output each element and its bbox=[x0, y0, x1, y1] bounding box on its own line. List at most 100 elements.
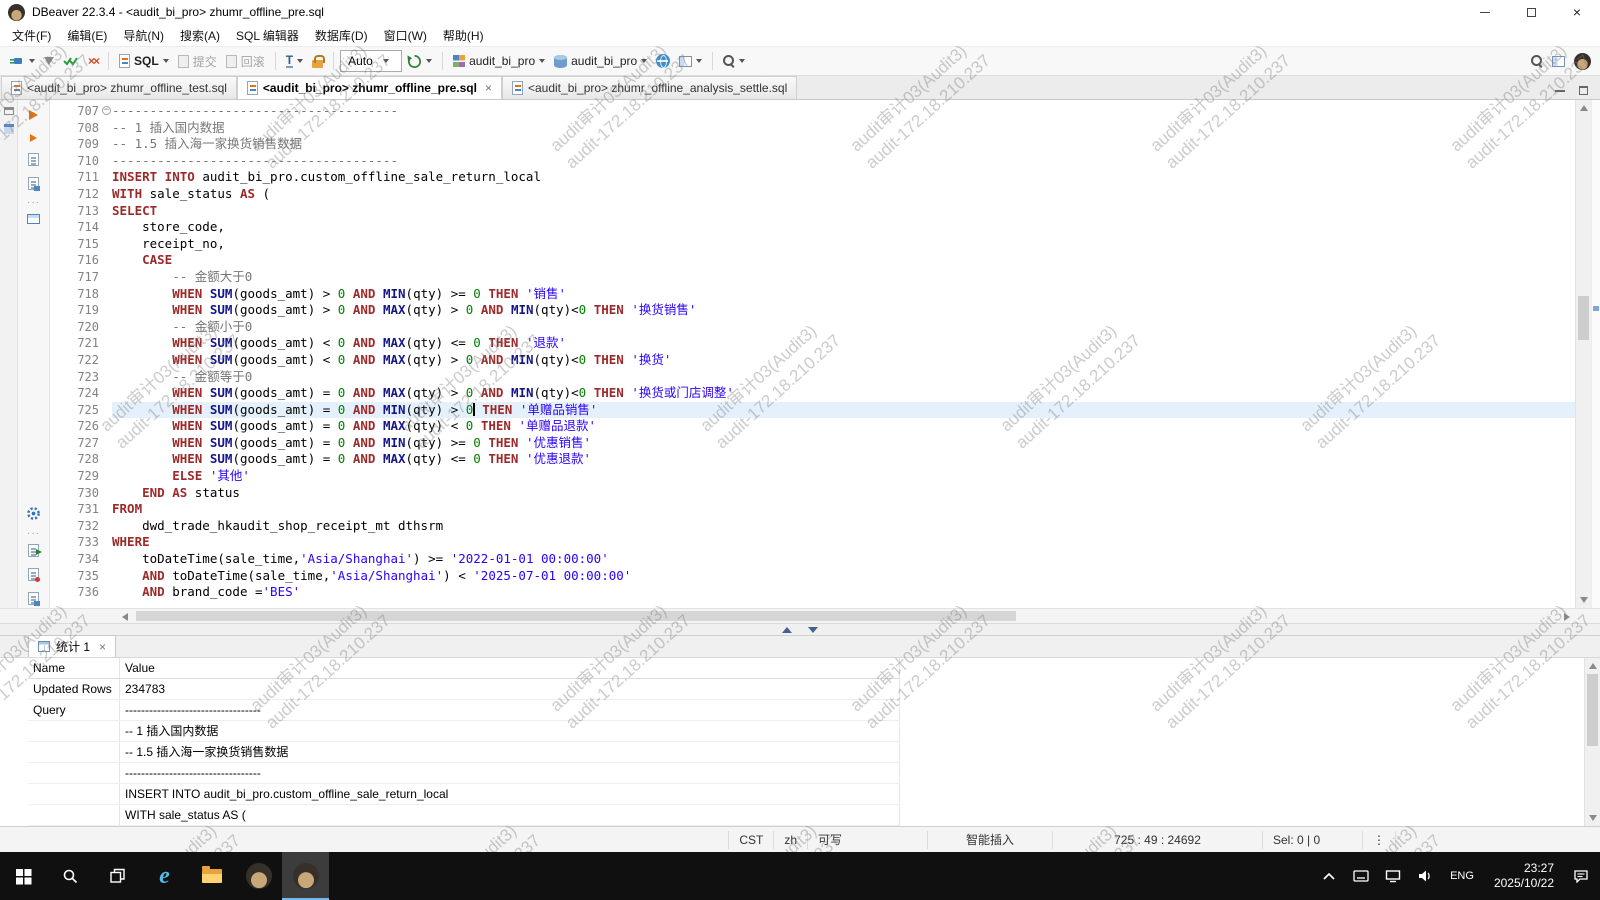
code-line[interactable]: WHEN SUM(goods_amt) = 0 AND MAX(qty) < 0… bbox=[112, 418, 1575, 435]
code-line[interactable]: WHEN SUM(goods_amt) = 0 AND MIN(qty) > 0… bbox=[112, 402, 1575, 419]
status-caret-position[interactable]: 725 : 49 : 24692 bbox=[1052, 831, 1262, 849]
menu-help[interactable]: 帮助(H) bbox=[435, 25, 492, 46]
code-line[interactable]: WHEN SUM(goods_amt) > 0 AND MAX(qty) > 0… bbox=[112, 302, 1575, 319]
scroll-down-arrow[interactable] bbox=[1580, 597, 1588, 603]
menu-file[interactable]: 文件(F) bbox=[4, 25, 59, 46]
vertical-scrollbar[interactable] bbox=[1575, 100, 1591, 608]
query-plan-button[interactable] bbox=[28, 177, 39, 193]
code-line[interactable]: -------------------------------------- bbox=[112, 103, 1575, 120]
outline-view-icon[interactable] bbox=[4, 124, 14, 134]
fold-marker[interactable]: − bbox=[102, 106, 111, 115]
code-line[interactable]: -------------------------------------- bbox=[112, 153, 1575, 170]
stats-row[interactable]: -- 1 插入国内数据 bbox=[28, 721, 900, 742]
title-bar[interactable]: DBeaver 22.3.4 - <audit_bi_pro> zhumr_of… bbox=[0, 0, 1600, 24]
file-explorer-button[interactable] bbox=[188, 852, 235, 900]
stats-row[interactable]: Updated Rows234783 bbox=[28, 679, 900, 700]
sql-editor-menu-button[interactable]: SQL bbox=[115, 49, 173, 73]
horizontal-scrollbar[interactable] bbox=[0, 608, 1600, 623]
scroll-right-arrow[interactable] bbox=[1564, 613, 1570, 621]
commit-button[interactable]: 提交 bbox=[174, 49, 221, 73]
code-line[interactable]: SELECT bbox=[112, 203, 1575, 220]
taskbar-search-button[interactable] bbox=[47, 852, 94, 900]
toggle-output-panel-button[interactable] bbox=[27, 213, 40, 227]
code-line[interactable]: -- 1.5 插入海一家换货销售数据 bbox=[112, 136, 1575, 153]
code-line[interactable]: WHEN SUM(goods_amt) < 0 AND MAX(qty) > 0… bbox=[112, 352, 1575, 369]
minimize-view-icon[interactable] bbox=[1555, 90, 1565, 92]
commit-mode-combo[interactable]: Auto bbox=[340, 50, 402, 72]
taskbar-clock[interactable]: 23:27 2025/10/22 bbox=[1484, 861, 1564, 891]
sash-collapse-icon[interactable] bbox=[808, 627, 818, 633]
layout-button[interactable] bbox=[675, 49, 706, 73]
code-line[interactable]: -- 1 插入国内数据 bbox=[112, 120, 1575, 137]
code-line[interactable]: WHEN SUM(goods_amt) = 0 AND MAX(qty) > 0… bbox=[112, 385, 1575, 402]
task-view-button[interactable] bbox=[94, 852, 141, 900]
overview-ruler[interactable] bbox=[1591, 100, 1600, 608]
network-button[interactable] bbox=[1378, 852, 1408, 900]
tab-zhumr-offline-analysis-settle[interactable]: <audit_bi_pro> zhumr_offline_analysis_se… bbox=[502, 76, 797, 99]
menu-search[interactable]: 搜索(A) bbox=[172, 25, 228, 46]
dbeaver-taskbar-button-active[interactable] bbox=[282, 852, 329, 900]
rail-overflow-dots[interactable]: ··· bbox=[27, 201, 40, 205]
transaction-mode-button[interactable]: T bbox=[282, 49, 307, 73]
code-line[interactable]: AND toDateTime(sale_time,'Asia/Shanghai'… bbox=[112, 568, 1575, 585]
status-language[interactable]: zh bbox=[773, 831, 807, 849]
horizontal-scroll-thumb[interactable] bbox=[136, 611, 1016, 621]
status-writable[interactable]: 可写 bbox=[807, 831, 927, 849]
menu-edit[interactable]: 编辑(E) bbox=[59, 25, 115, 46]
execute-statement-button[interactable] bbox=[29, 109, 38, 123]
connect-button[interactable] bbox=[59, 49, 83, 73]
scroll-left-arrow[interactable] bbox=[122, 613, 128, 621]
new-connection-button[interactable] bbox=[5, 49, 39, 73]
fetch-next-button[interactable] bbox=[40, 49, 58, 73]
overview-marker[interactable] bbox=[1593, 306, 1599, 311]
code-line[interactable]: CASE bbox=[112, 252, 1575, 269]
status-insert-mode[interactable]: 智能插入 bbox=[927, 831, 1052, 849]
autocommit-lock-button[interactable] bbox=[308, 49, 327, 73]
code-line[interactable]: WHEN SUM(goods_amt) < 0 AND MAX(qty) <= … bbox=[112, 335, 1575, 352]
editor-settings-button[interactable] bbox=[26, 506, 41, 524]
tray-expand-button[interactable] bbox=[1314, 852, 1344, 900]
menu-sql-editor[interactable]: SQL 编辑器 bbox=[228, 25, 307, 46]
code-area[interactable]: ----------------------------------------… bbox=[112, 100, 1575, 608]
stats-row[interactable]: ---------------------------------- bbox=[28, 763, 900, 784]
code-line[interactable]: toDateTime(sale_time,'Asia/Shanghai') >=… bbox=[112, 551, 1575, 568]
status-overflow-dots[interactable]: ⋮ bbox=[1362, 831, 1395, 849]
code-line[interactable]: dwd_trade_hkaudit_shop_receipt_mt dthsrm bbox=[112, 518, 1575, 535]
stats-row[interactable]: -- 1.5 插入海一家换货销售数据 bbox=[28, 742, 900, 763]
explain-plan-button[interactable] bbox=[28, 153, 39, 169]
code-line[interactable]: ELSE '其他' bbox=[112, 468, 1575, 485]
touch-keyboard-button[interactable] bbox=[1346, 852, 1376, 900]
code-line[interactable]: WHERE bbox=[112, 534, 1575, 551]
schema-selector[interactable]: audit_bi_pro bbox=[550, 49, 651, 73]
scroll-up-arrow[interactable] bbox=[1589, 663, 1597, 669]
stats-row[interactable]: Query---------------------------------- bbox=[28, 700, 900, 721]
code-line[interactable]: -- 金额大于0 bbox=[112, 269, 1575, 286]
network-globe-button[interactable] bbox=[652, 49, 674, 73]
sash-expand-icon[interactable] bbox=[782, 627, 792, 633]
tab-statistics[interactable]: 统计 1 × bbox=[28, 635, 116, 657]
dbeaver-logo-button[interactable] bbox=[1570, 49, 1595, 73]
action-center-button[interactable] bbox=[1566, 852, 1596, 900]
vertical-scroll-thumb[interactable] bbox=[1578, 296, 1589, 340]
code-line[interactable]: WHEN SUM(goods_amt) = 0 AND MAX(qty) <= … bbox=[112, 451, 1575, 468]
code-line[interactable]: store_code, bbox=[112, 219, 1575, 236]
rollback-button[interactable]: 回滚 bbox=[222, 49, 269, 73]
code-line[interactable]: WITH sale_status AS ( bbox=[112, 186, 1575, 203]
code-line[interactable]: WHEN SUM(goods_amt) = 0 AND MIN(qty) >= … bbox=[112, 435, 1575, 452]
menu-window[interactable]: 窗口(W) bbox=[376, 25, 435, 46]
restore-view-icon[interactable] bbox=[4, 107, 14, 115]
export-result-button[interactable] bbox=[28, 544, 39, 560]
menu-database[interactable]: 数据库(D) bbox=[307, 25, 376, 46]
query-history-button[interactable] bbox=[403, 49, 436, 73]
search-metadata-button[interactable] bbox=[719, 49, 749, 73]
status-selection[interactable]: Sel: 0 | 0 bbox=[1262, 831, 1362, 849]
close-panel-tab-icon[interactable]: × bbox=[99, 640, 106, 654]
dbeaver-taskbar-button[interactable] bbox=[235, 852, 282, 900]
rail-overflow-dots[interactable]: ··· bbox=[27, 532, 40, 536]
code-line[interactable]: AND brand_code ='BES' bbox=[112, 584, 1575, 601]
close-tab-icon[interactable]: × bbox=[485, 81, 492, 95]
close-window-button[interactable]: × bbox=[1554, 0, 1600, 24]
minimize-window-button[interactable] bbox=[1462, 0, 1508, 24]
tab-zhumr-offline-pre[interactable]: <audit_bi_pro> zhumr_offline_pre.sql × bbox=[237, 76, 502, 99]
status-timezone[interactable]: CST bbox=[728, 831, 773, 849]
